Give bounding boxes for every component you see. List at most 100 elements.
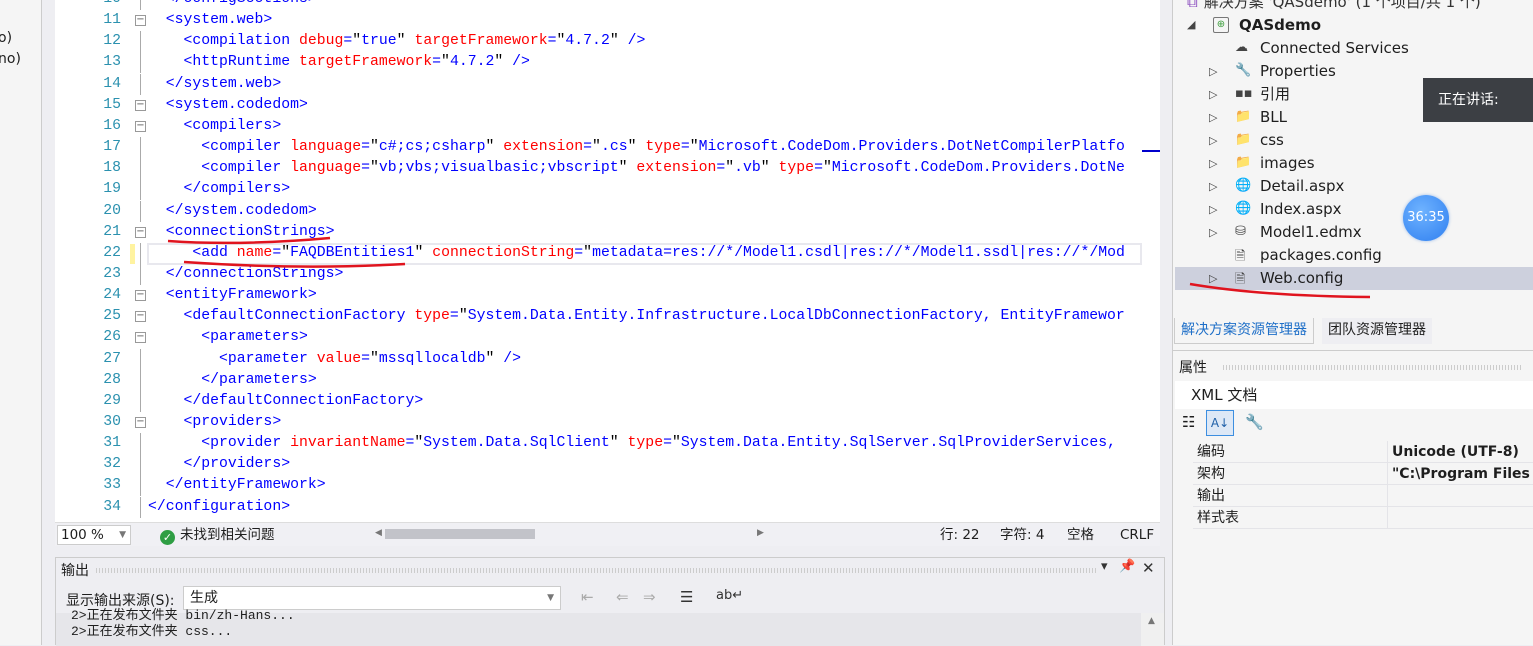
tree-item[interactable]: css: [1260, 129, 1284, 152]
tree-item[interactable]: Connected Services: [1260, 37, 1409, 60]
code-line[interactable]: </compilers>: [148, 179, 291, 200]
fold-toggle-icon[interactable]: −: [135, 99, 146, 111]
code-line[interactable]: </system.web>: [148, 74, 281, 95]
scroll-up-arrow-icon[interactable]: ▲: [1148, 616, 1155, 626]
project-label[interactable]: QASdemo: [1239, 14, 1321, 37]
output-source-select[interactable]: 生成 ▼: [183, 586, 561, 610]
code-token: ": [822, 160, 832, 177]
tree-item[interactable]: BLL: [1260, 106, 1287, 129]
wrench-icon[interactable]: 🔧: [1245, 413, 1264, 431]
code-line[interactable]: </providers>: [148, 454, 291, 475]
property-value[interactable]: [1387, 485, 1533, 507]
tree-item[interactable]: Detail.aspx: [1260, 175, 1344, 198]
fold-toggle-icon[interactable]: −: [135, 332, 146, 344]
code-line[interactable]: </configuration>: [148, 497, 290, 518]
code-token: =: [814, 160, 823, 177]
code-editor[interactable]: 10 </configSections> 11 − <system.web> 12 <…: [55, 0, 1160, 522]
code-line[interactable]: <providers>: [148, 412, 282, 433]
property-row[interactable]: 编码 Unicode (UTF-8): [1193, 441, 1533, 463]
expand-arrow-icon[interactable]: ▷: [1209, 88, 1217, 101]
output-scrollbar[interactable]: ▲: [1141, 613, 1164, 646]
code-line[interactable]: <add name="FAQDBEntities1" connectionStr…: [148, 243, 1124, 264]
word-wrap-icon[interactable]: ab↵: [716, 588, 743, 603]
tab-team-explorer[interactable]: 团队资源管理器: [1322, 318, 1432, 344]
panel-grip[interactable]: [1223, 365, 1523, 370]
expand-arrow-icon[interactable]: ▷: [1209, 65, 1217, 78]
issues-indicator[interactable]: ✓ 未找到相关问题: [160, 526, 275, 545]
code-line[interactable]: <entityFramework>: [148, 285, 317, 306]
property-row[interactable]: 输出: [1193, 485, 1533, 507]
dropdown-menu-icon[interactable]: ▾: [1101, 559, 1108, 574]
pin-icon[interactable]: 📌: [1119, 559, 1135, 574]
code-line[interactable]: <compiler language="c#;cs;csharp" extens…: [148, 137, 1125, 158]
line-ending-indicator[interactable]: CRLF: [1120, 526, 1154, 544]
scroll-right-arrow-icon[interactable]: ▶: [757, 528, 764, 538]
categorized-icon[interactable]: ☷: [1182, 413, 1195, 431]
code-line[interactable]: <system.codedom>: [148, 95, 308, 116]
tree-item[interactable]: Model1.edmx: [1260, 221, 1362, 244]
next-message-icon[interactable]: ⇒: [643, 588, 656, 606]
fold-toggle-icon[interactable]: −: [135, 417, 146, 428]
code-line[interactable]: <connectionStrings>: [148, 222, 335, 243]
property-value[interactable]: [1387, 507, 1533, 529]
property-row[interactable]: 架构 "C:\Program Files (x: [1193, 463, 1533, 485]
code-line[interactable]: <provider invariantName="System.Data.Sql…: [148, 433, 1116, 454]
expand-arrow-icon[interactable]: ▷: [1209, 111, 1217, 124]
code-token: =: [574, 244, 584, 261]
code-line[interactable]: <system.web>: [148, 10, 273, 31]
code-line[interactable]: </configSections>: [148, 0, 317, 10]
code-line[interactable]: <httpRuntime targetFramework="4.7.2" />: [148, 52, 530, 73]
fold-toggle-icon[interactable]: −: [135, 311, 146, 323]
panel-grip[interactable]: [96, 568, 1096, 573]
code-line[interactable]: <defaultConnectionFactory type="System.D…: [148, 306, 1125, 327]
property-value[interactable]: Unicode (UTF-8): [1387, 441, 1533, 463]
tree-item[interactable]: Web.config: [1260, 267, 1343, 290]
expand-arrow-icon[interactable]: ▷: [1209, 134, 1217, 147]
close-icon[interactable]: ✕: [1142, 559, 1155, 577]
property-row[interactable]: 样式表: [1193, 507, 1533, 529]
tree-item[interactable]: 引用: [1260, 83, 1290, 106]
clear-all-icon[interactable]: ☰: [680, 588, 693, 606]
collapse-arrow-icon[interactable]: ◢: [1187, 18, 1195, 31]
code-line[interactable]: <parameter value="mssqllocaldb" />: [148, 349, 521, 370]
expand-arrow-icon[interactable]: ▷: [1209, 180, 1217, 193]
expand-arrow-icon[interactable]: ▷: [1209, 272, 1217, 285]
code-line[interactable]: </system.codedom>: [148, 201, 317, 222]
code-line[interactable]: <compiler language="vb;vbs;visualbasic;v…: [148, 158, 1125, 179]
issues-text: 未找到相关问题: [180, 527, 275, 543]
property-value[interactable]: "C:\Program Files (x: [1387, 463, 1533, 485]
fold-toggle-icon[interactable]: −: [135, 226, 146, 238]
fold-toggle-icon[interactable]: −: [135, 290, 146, 302]
scroll-left-arrow-icon[interactable]: ◀: [375, 528, 382, 538]
tree-item[interactable]: images: [1260, 152, 1315, 175]
properties-object-selector[interactable]: XML 文档: [1175, 381, 1533, 409]
tab-solution-explorer[interactable]: 解决方案资源管理器: [1174, 318, 1314, 344]
fold-toggle-icon[interactable]: −: [135, 120, 146, 132]
sort-alphabetical-icon[interactable]: A↓: [1206, 410, 1234, 436]
horizontal-scrollbar-thumb[interactable]: [385, 529, 535, 539]
code-token: System.Data.Entity.SqlServer.SqlProvider…: [680, 435, 1116, 452]
tree-item[interactable]: Properties: [1260, 60, 1336, 83]
code-token: language: [290, 160, 362, 177]
code-line[interactable]: </connectionStrings>: [148, 264, 344, 285]
expand-arrow-icon[interactable]: ▷: [1209, 226, 1217, 239]
code-token: </configSections>: [148, 0, 317, 7]
code-line[interactable]: </parameters>: [148, 370, 316, 391]
previous-message-icon[interactable]: ⇐: [616, 588, 629, 606]
goto-message-icon[interactable]: ⇤: [581, 588, 594, 606]
expand-arrow-icon[interactable]: ▷: [1209, 203, 1217, 216]
zoom-dropdown[interactable]: 100 % ▼: [57, 525, 131, 545]
code-line[interactable]: <compilation debug="true" targetFramewor…: [148, 31, 646, 52]
fold-toggle-icon[interactable]: −: [135, 15, 146, 27]
code-line[interactable]: <parameters>: [148, 327, 308, 348]
solution-header[interactable]: ⧉ 解决方案 'QASdemo' (1 个项目/共 1 个): [1187, 0, 1481, 14]
tree-item[interactable]: Index.aspx: [1260, 198, 1341, 221]
expand-arrow-icon[interactable]: ▷: [1209, 157, 1217, 170]
whitespace-indicator[interactable]: 空格: [1067, 526, 1094, 544]
code-line[interactable]: </entityFramework>: [148, 475, 326, 496]
tree-item[interactable]: packages.config: [1260, 244, 1382, 267]
code-line[interactable]: </defaultConnectionFactory>: [148, 391, 424, 412]
edmx-file-icon: ⛁: [1235, 224, 1246, 239]
code-token: System.Data.Entity.Infrastructure.LocalD…: [467, 308, 1125, 325]
code-line[interactable]: <compilers>: [148, 116, 282, 137]
